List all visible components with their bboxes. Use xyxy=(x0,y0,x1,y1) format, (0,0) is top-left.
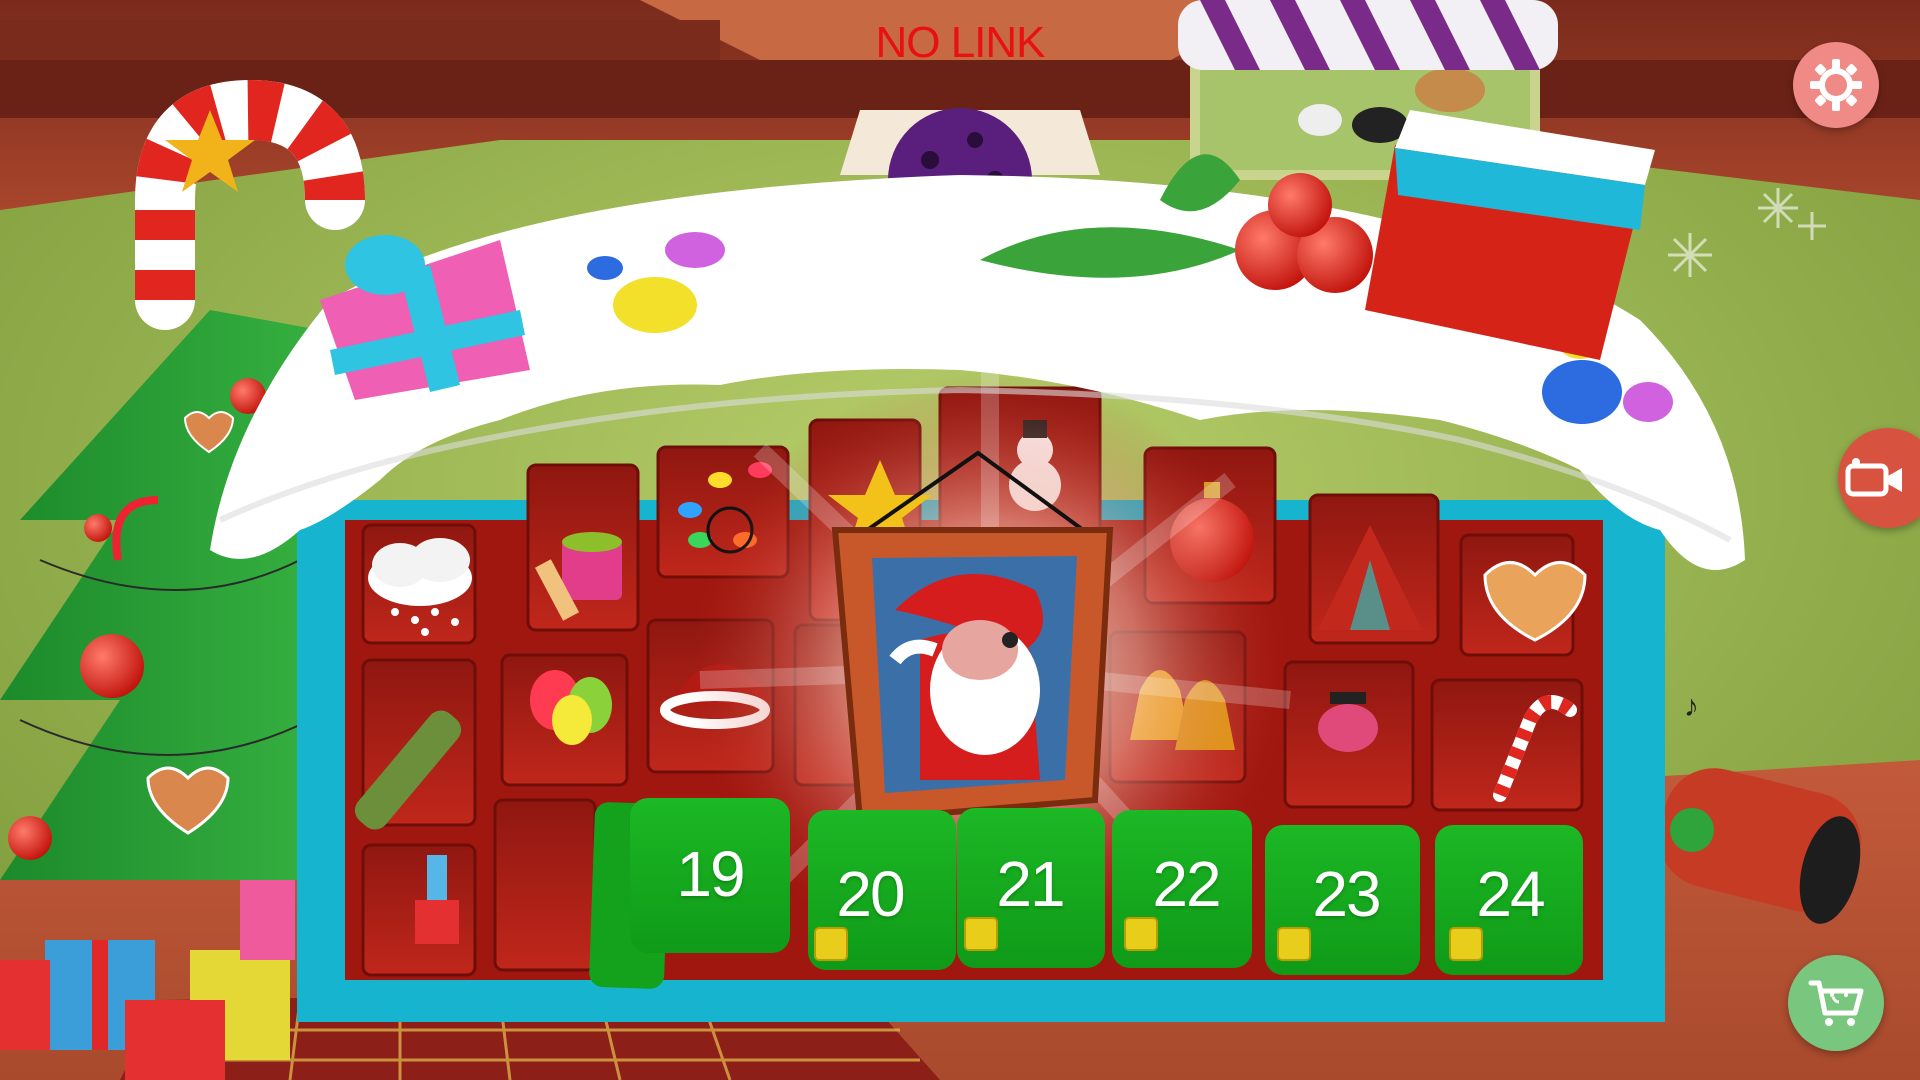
settings-button[interactable] xyxy=(1793,42,1879,128)
advent-calendar-scene xyxy=(0,0,1920,1080)
door-day-21[interactable]: 21 xyxy=(960,852,1100,916)
door-day-24[interactable]: 24 xyxy=(1440,862,1580,926)
shopping-cart-icon xyxy=(1808,980,1864,1026)
door-day-20[interactable]: 20 xyxy=(800,862,940,926)
gear-icon xyxy=(1810,59,1862,111)
door-day-22[interactable]: 22 xyxy=(1116,852,1256,916)
door-day-23[interactable]: 23 xyxy=(1276,862,1416,926)
connection-status-text: NO LINK xyxy=(875,18,1045,67)
door-day-19[interactable]: 19 xyxy=(640,842,780,906)
shop-button[interactable] xyxy=(1788,955,1884,1051)
video-camera-icon xyxy=(1845,458,1902,497)
music-note-icon: ♪ xyxy=(1684,690,1699,723)
